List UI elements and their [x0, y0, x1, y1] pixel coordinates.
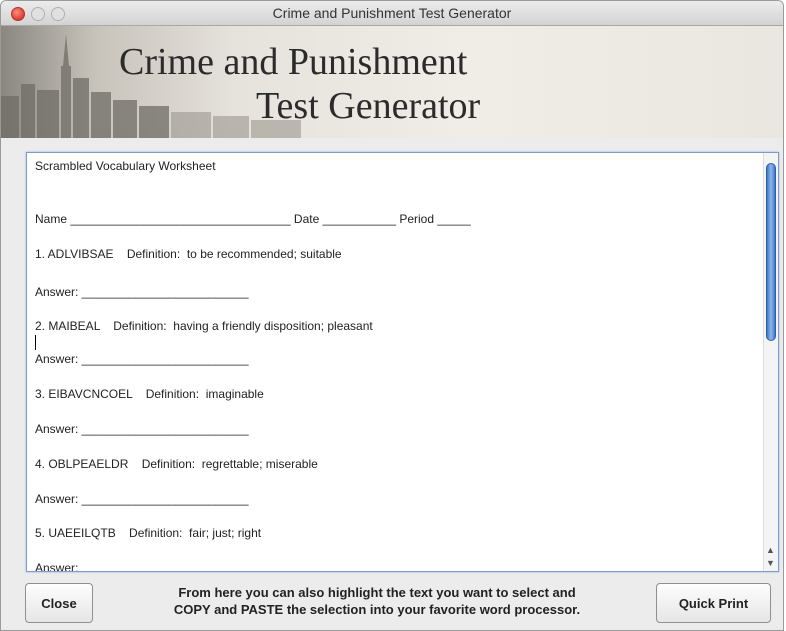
scroll-up-arrow-icon[interactable]: ▲ — [766, 545, 775, 555]
name-date-period-line: Name _________________________________ D… — [35, 212, 471, 226]
close-button[interactable]: Close — [25, 583, 93, 623]
answer-3: Answer: _________________________ — [35, 422, 249, 436]
question-2: 2. MAIBEAL Definition: having a friendly… — [35, 319, 373, 333]
copy-paste-hint: From here you can also highlight the tex… — [109, 584, 645, 618]
scrollbar-thumb[interactable] — [766, 163, 776, 341]
text-caret — [35, 335, 36, 350]
window-title: Crime and Punishment Test Generator — [272, 5, 512, 21]
question-1: 1. ADLVIBSAE Definition: to be recommend… — [35, 247, 342, 261]
question-4: 4. OBLPEAELDR Definition: regrettable; m… — [35, 457, 318, 471]
banner-title-line1: Crime and Punishment — [119, 41, 468, 83]
quick-print-button[interactable]: Quick Print — [656, 583, 771, 623]
answer-5: Answer: _________________________ — [35, 561, 249, 572]
answer-4: Answer: _________________________ — [35, 492, 249, 506]
header-banner: Crime and Punishment Test Generator — [1, 26, 783, 138]
banner-title-line2: Test Generator — [256, 85, 481, 127]
question-3: 3. EIBAVCNCOEL Definition: imaginable — [35, 387, 264, 401]
hint-line-1: From here you can also highlight the tex… — [178, 585, 576, 600]
worksheet-text-area[interactable]: Scrambled Vocabulary Worksheet Name ____… — [26, 152, 779, 572]
scroll-down-arrow-icon[interactable]: ▼ — [766, 558, 775, 568]
hint-line-2: COPY and PASTE the selection into your f… — [173, 602, 581, 617]
question-5: 5. UAEEILQTB Definition: fair; just; rig… — [35, 526, 262, 540]
title-bar: Crime and Punishment Test Generator — [1, 1, 783, 26]
answer-1: Answer: _________________________ — [35, 285, 249, 299]
answer-2: Answer: _________________________ — [35, 352, 249, 366]
app-window: Crime and Punishment Test Generator Crim… — [0, 0, 784, 631]
worksheet-heading: Scrambled Vocabulary Worksheet — [35, 159, 216, 173]
vertical-scrollbar[interactable]: ▲ ▼ — [763, 153, 778, 571]
